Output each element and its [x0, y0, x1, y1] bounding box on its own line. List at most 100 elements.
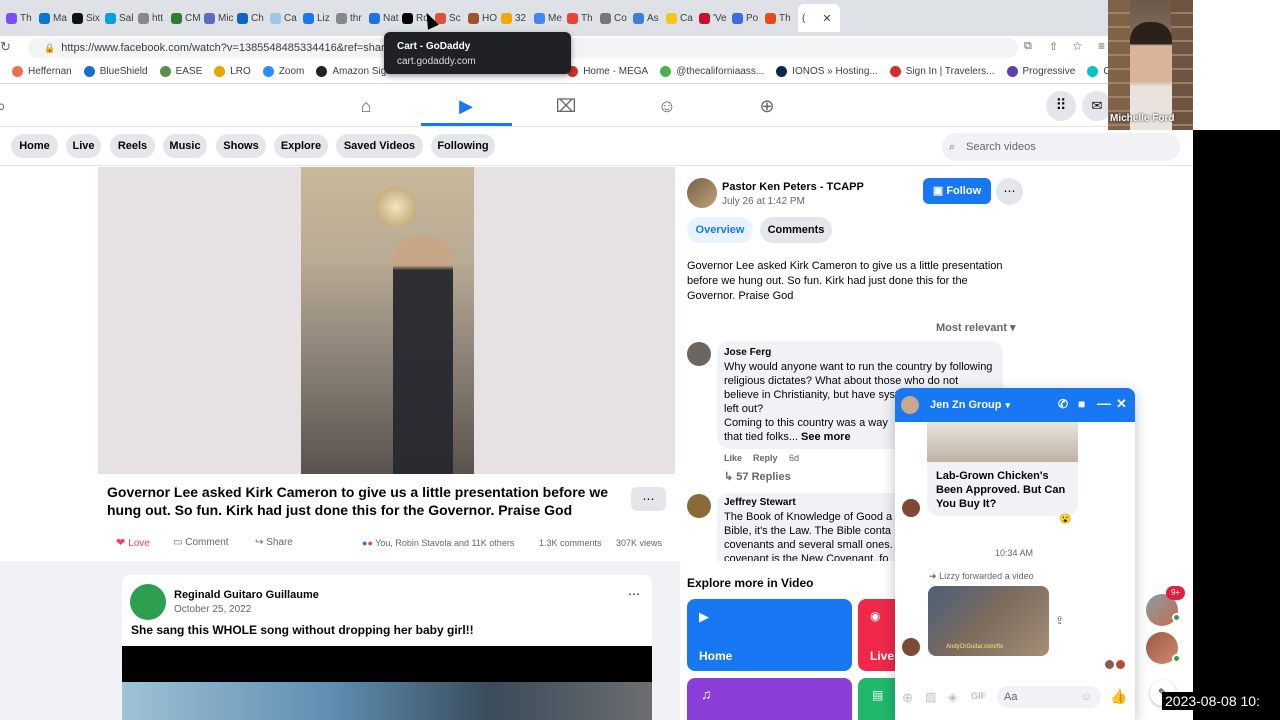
- menu-icon[interactable]: ≡: [1098, 39, 1105, 53]
- tab-overview[interactable]: Overview: [687, 217, 753, 243]
- search-videos-input[interactable]: ⌕ Search videos: [942, 133, 1180, 161]
- view-replies-1[interactable]: ↳ 57 Replies: [724, 470, 791, 483]
- feed-post-author[interactable]: Reginald Guitaro Guillaume: [174, 589, 319, 601]
- cast-icon[interactable]: ⧉: [1024, 40, 1032, 53]
- comment-like-1[interactable]: Like: [724, 453, 742, 463]
- reaction-summary[interactable]: ●● You, Robin Stavola and 11K others: [362, 538, 514, 548]
- browser-tab[interactable]: HO: [468, 4, 501, 32]
- menu-grid-icon[interactable]: ⠿: [1046, 91, 1076, 121]
- comments-count[interactable]: 1.3K comments: [539, 538, 602, 548]
- nav-pill-live[interactable]: Live: [66, 134, 101, 158]
- browser-tab[interactable]: Th: [567, 4, 600, 32]
- share-icon[interactable]: ⇧: [1049, 40, 1058, 53]
- share-button[interactable]: ↪ Share: [255, 537, 293, 548]
- feed-post-avatar[interactable]: [130, 584, 166, 620]
- browser-tab[interactable]: Th: [6, 4, 39, 32]
- marketplace-icon[interactable]: ⌧: [555, 95, 577, 117]
- groups-icon[interactable]: ☺: [656, 95, 678, 117]
- browser-tab[interactable]: Co: [600, 4, 633, 32]
- nav-pill-shows[interactable]: Shows: [216, 134, 266, 158]
- message-input[interactable]: Aa ☺: [997, 686, 1101, 708]
- browser-tab[interactable]: htt: [138, 4, 171, 32]
- comment-avatar-2[interactable]: [687, 494, 711, 518]
- home-icon[interactable]: ⌂: [355, 95, 377, 117]
- browser-tab[interactable]: Six: [72, 4, 105, 32]
- close-icon[interactable]: ✕: [1116, 396, 1127, 412]
- sort-comments-dropdown[interactable]: Most relevant ▾: [936, 321, 1016, 334]
- forwarded-video[interactable]: AndyOrGuitar.com/fix: [928, 586, 1049, 656]
- comment-button[interactable]: ▭ Comment: [173, 537, 229, 548]
- gaming-icon[interactable]: ⊕: [756, 95, 778, 117]
- post-more-button[interactable]: ⋯: [631, 487, 666, 511]
- comment-avatar-1[interactable]: [687, 342, 711, 366]
- browser-tab[interactable]: Ca: [270, 4, 303, 32]
- bookmark-item[interactable]: Canva: [1087, 66, 1108, 77]
- article-preview-image[interactable]: [927, 422, 1078, 462]
- phone-icon[interactable]: ✆: [1058, 397, 1068, 411]
- search-icon[interactable]: ⌕: [0, 95, 12, 117]
- bookmark-item[interactable]: Sign In | Travelers...: [889, 66, 995, 77]
- explore-tile-live[interactable]: ◉ Live: [858, 599, 898, 671]
- reload-icon[interactable]: ↻: [0, 39, 11, 55]
- author-avatar[interactable]: [687, 178, 717, 208]
- feed-post-video[interactable]: [122, 646, 652, 720]
- browser-tab[interactable]: As: [633, 4, 666, 32]
- bookmark-item[interactable]: EASE: [159, 66, 202, 77]
- browser-tab[interactable]: Liz: [303, 4, 336, 32]
- comment-author-1[interactable]: Jose Ferg: [724, 347, 771, 358]
- browser-tab[interactable]: thr: [336, 4, 369, 32]
- comment-author-2[interactable]: Jeffrey Stewart: [724, 497, 796, 508]
- browser-tab[interactable]: 'Ve: [699, 4, 732, 32]
- minimize-icon[interactable]: —: [1097, 395, 1111, 411]
- nav-pill-music[interactable]: Music: [163, 134, 207, 158]
- browser-tab[interactable]: Sal: [105, 4, 138, 32]
- browser-tab[interactable]: CM: [171, 4, 204, 32]
- feed-post-more-icon[interactable]: ⋯: [628, 587, 640, 601]
- bookmark-item[interactable]: Zoom: [262, 66, 304, 77]
- nav-pill-home[interactable]: Home: [11, 134, 58, 158]
- browser-tab[interactable]: Ma: [39, 4, 72, 32]
- author-more-button[interactable]: ⋯: [996, 178, 1023, 205]
- article-preview-card[interactable]: Lab-Grown Chicken's Been Approved. But C…: [927, 462, 1078, 516]
- nav-pill-following[interactable]: Following: [431, 134, 495, 158]
- gif-icon[interactable]: GIF: [971, 691, 986, 701]
- browser-tab[interactable]: Nat: [369, 4, 402, 32]
- browser-tab[interactable]: 32: [501, 4, 534, 32]
- comment-reply-1[interactable]: Reply: [753, 453, 778, 463]
- nav-pill-saved-videos[interactable]: Saved Videos: [336, 134, 423, 158]
- watch-icon[interactable]: ▶: [455, 95, 477, 117]
- bookmark-item[interactable]: Home - MEGA: [567, 66, 648, 77]
- browser-tab[interactable]: Sc: [435, 4, 468, 32]
- nav-pill-explore[interactable]: Explore: [274, 134, 328, 158]
- bookmark-item[interactable]: BlueShield: [83, 66, 148, 77]
- browser-tab[interactable]: Po: [732, 4, 765, 32]
- bookmark-item[interactable]: LRO: [214, 66, 251, 77]
- browser-tab[interactable]: Ca: [666, 4, 699, 32]
- explore-tile-music[interactable]: ♫: [687, 678, 852, 720]
- love-button[interactable]: ❤ Love: [116, 536, 150, 549]
- post-date[interactable]: July 26 at 1:42 PM: [722, 196, 805, 207]
- plus-icon[interactable]: ⊕: [902, 690, 913, 706]
- image-icon[interactable]: ▨: [925, 690, 936, 704]
- bookmark-item[interactable]: @thecaliforniaass...: [660, 66, 764, 77]
- explore-tile-home[interactable]: ▶ Home: [687, 599, 852, 671]
- browser-tab[interactable]: Mic: [204, 4, 237, 32]
- see-more-link[interactable]: See more: [801, 431, 851, 443]
- active-tab[interactable]: ( ✕: [798, 4, 840, 32]
- share-video-icon[interactable]: ⇪: [1055, 614, 1064, 627]
- browser-tab[interactable]: Me: [534, 4, 567, 32]
- browser-tab[interactable]: Ch: [237, 4, 270, 32]
- tab-comments[interactable]: Comments: [760, 217, 832, 243]
- explore-tile-shows[interactable]: ▤: [858, 678, 898, 720]
- emoji-icon[interactable]: ☺: [1081, 686, 1092, 708]
- bookmark-star-icon[interactable]: ☆: [1072, 39, 1083, 53]
- bookmark-item[interactable]: Heffernan: [12, 66, 72, 77]
- chat-header[interactable]: Jen Zn Group ▾ ✆ ■ — ✕: [895, 388, 1135, 422]
- video-frame[interactable]: [301, 167, 474, 474]
- thumbs-up-icon[interactable]: 👍: [1110, 688, 1127, 705]
- close-tab-icon[interactable]: ✕: [822, 12, 831, 25]
- post-author[interactable]: Pastor Ken Peters - TCAPP: [722, 181, 864, 193]
- sticker-icon[interactable]: ◈: [948, 690, 957, 704]
- feed-post-date[interactable]: October 25, 2022: [174, 604, 251, 615]
- bookmark-item[interactable]: Progressive: [1006, 66, 1075, 77]
